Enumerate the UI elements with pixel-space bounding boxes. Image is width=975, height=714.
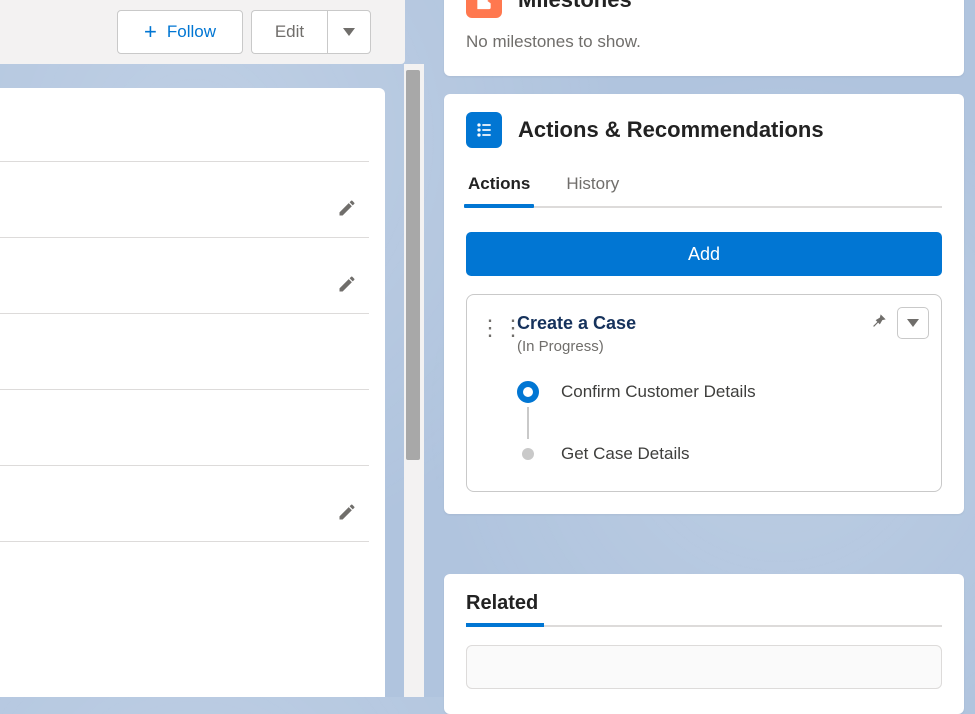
caret-down-icon	[343, 28, 355, 36]
edit-field-icon[interactable]	[337, 502, 357, 527]
step-label: Get Case Details	[561, 444, 690, 464]
flow-step-current[interactable]: Confirm Customer Details	[517, 377, 925, 407]
actions-tabs: Actions History	[466, 174, 942, 208]
record-header-actions: + Follow Edit	[0, 0, 405, 64]
actions-header: Actions & Recommendations	[466, 112, 942, 148]
detail-field	[0, 466, 369, 542]
edit-field-icon[interactable]	[337, 274, 357, 299]
tab-actions[interactable]: Actions	[466, 174, 532, 206]
edit-field-icon[interactable]	[337, 198, 357, 223]
follow-button[interactable]: + Follow	[117, 10, 243, 54]
step-indicator-current-icon	[517, 381, 539, 403]
actions-title: Actions & Recommendations	[518, 117, 824, 143]
right-sidebar: Milestones No milestones to show. Action…	[444, 0, 964, 697]
milestones-header: Milestones	[466, 0, 942, 24]
edit-more-dropdown[interactable]	[327, 10, 371, 54]
related-title: Related	[466, 592, 942, 627]
flow-card: ⋮⋮ Create a Case (In Progress) Confirm C…	[466, 294, 942, 492]
actions-recommendations-card: Actions & Recommendations Actions Histor…	[444, 94, 964, 514]
add-action-button[interactable]: Add	[466, 232, 942, 276]
step-indicator-future-icon	[522, 448, 534, 460]
plus-icon: +	[144, 21, 157, 43]
flow-status: (In Progress)	[517, 338, 636, 355]
drag-handle-icon[interactable]: ⋮⋮	[479, 313, 505, 339]
pin-icon[interactable]	[869, 311, 889, 336]
flow-title: Create a Case	[517, 313, 636, 334]
edit-button-group: Edit	[251, 10, 371, 54]
edit-button[interactable]: Edit	[251, 10, 327, 54]
caret-down-icon	[907, 319, 919, 327]
milestones-title: Milestones	[518, 0, 632, 13]
step-label: Confirm Customer Details	[561, 382, 756, 402]
flow-header: ⋮⋮ Create a Case (In Progress)	[479, 313, 925, 355]
follow-label: Follow	[167, 22, 216, 42]
tab-history[interactable]: History	[564, 174, 621, 206]
edit-label: Edit	[275, 22, 304, 42]
related-item-placeholder	[466, 645, 942, 689]
detail-field	[0, 162, 369, 238]
detail-field	[0, 314, 369, 390]
flow-steps: Confirm Customer Details Get Case Detail…	[517, 377, 925, 469]
milestones-card: Milestones No milestones to show.	[444, 0, 964, 76]
details-panel	[0, 88, 385, 697]
scrollbar-track[interactable]	[404, 64, 424, 697]
flow-step-next[interactable]: Get Case Details	[517, 439, 925, 469]
step-connector	[527, 407, 529, 439]
detail-field	[0, 390, 369, 466]
related-card: Related	[444, 574, 964, 714]
flow-menu-dropdown[interactable]	[897, 307, 929, 339]
actions-icon	[466, 112, 502, 148]
scrollbar-thumb[interactable]	[406, 70, 420, 460]
milestones-empty-text: No milestones to show.	[466, 32, 942, 52]
milestones-icon	[466, 0, 502, 18]
detail-field	[0, 114, 369, 162]
detail-field	[0, 238, 369, 314]
